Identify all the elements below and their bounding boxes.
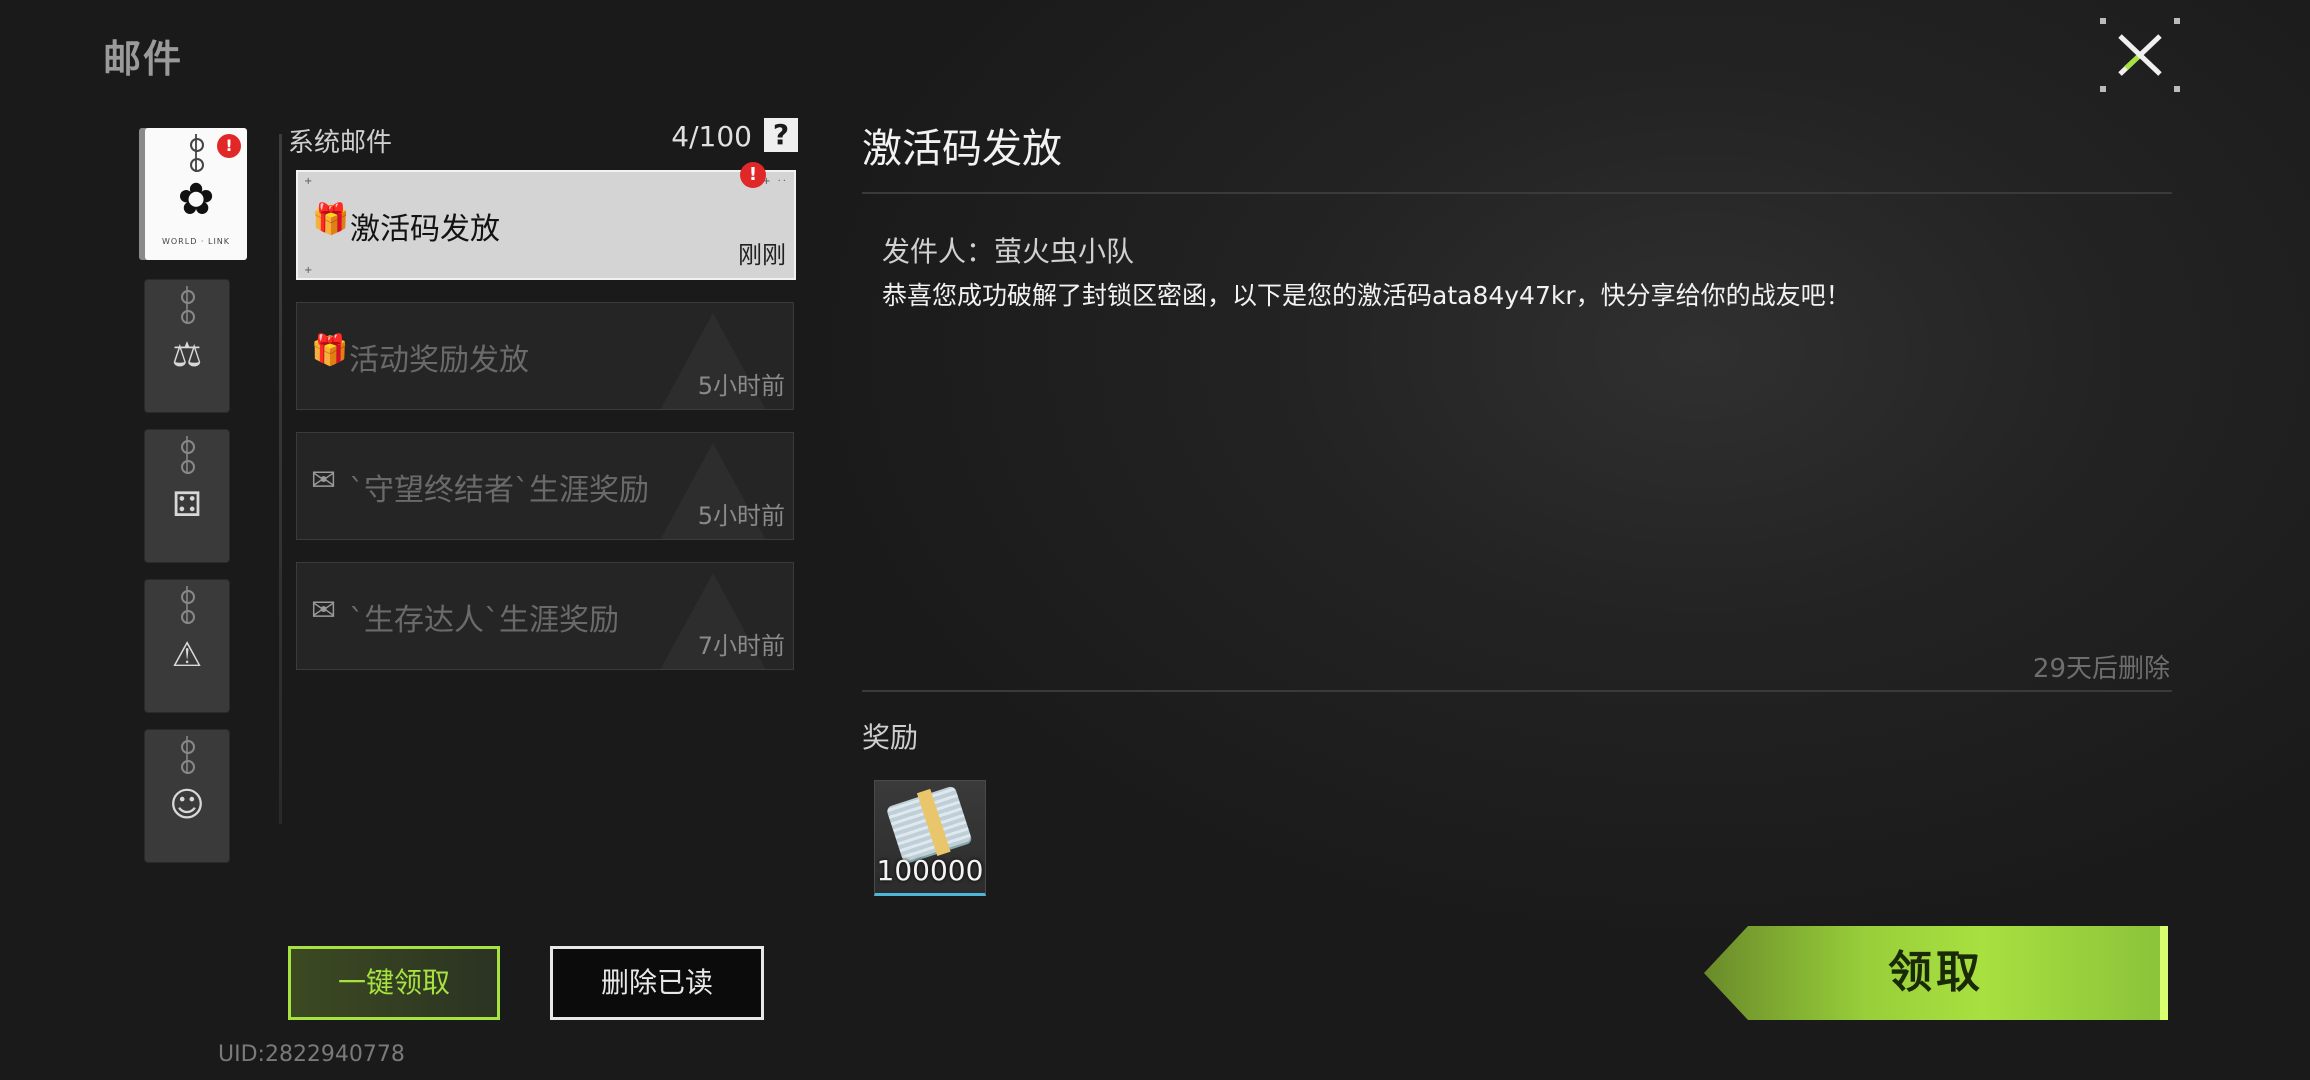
- flower-emblem-icon: ✿: [177, 174, 215, 225]
- cash-bundle-icon: [885, 785, 973, 863]
- mail-body: 恭喜您成功破解了封锁区密函，以下是您的激活码ata84y47kr，快分享给你的战…: [882, 281, 1851, 310]
- gift-icon: 🎁: [312, 202, 350, 237]
- mail-item[interactable]: + + + ·· + 🎁 激活码发放 刚刚: [296, 170, 796, 280]
- corner-mark: [2174, 18, 2180, 24]
- gavel-icon: ⚖: [171, 335, 203, 375]
- envelope-ring: [190, 138, 204, 152]
- mail-time: 5小时前: [697, 502, 785, 530]
- sender-row: 发件人：萤火虫小队: [882, 230, 1134, 270]
- warning-icon: ⚠: [171, 635, 203, 675]
- envelope-ring: [181, 590, 195, 604]
- reward-item[interactable]: 100000: [874, 780, 986, 896]
- divider: [862, 192, 2172, 194]
- envelope-ring: [190, 158, 204, 172]
- mail-time: 刚刚: [738, 241, 786, 269]
- sender-name: 萤火虫小队: [994, 235, 1135, 268]
- help-button[interactable]: ?: [764, 118, 798, 152]
- claim-button-label: 领取: [1888, 947, 1984, 998]
- gift-box-icon: 🎁: [311, 333, 349, 368]
- mail-subject: `生存达人`生涯奖励: [349, 603, 619, 638]
- close-button[interactable]: [2100, 18, 2180, 92]
- page-title: 邮件: [103, 37, 184, 81]
- avatar-face-icon: ☺: [169, 785, 205, 825]
- envelope-ring: [181, 610, 195, 624]
- mail-time: 5小时前: [697, 372, 785, 400]
- user-id: UID:2822940778: [218, 1042, 405, 1067]
- mail-item[interactable]: 🎁 活动奖励发放 5小时前: [296, 302, 794, 410]
- envelope-ring: [181, 760, 195, 774]
- envelope-ring: [181, 290, 195, 304]
- category-tab-warning[interactable]: ⚠: [145, 580, 229, 712]
- mail-item[interactable]: ✉ `生存达人`生涯奖励 7小时前: [296, 562, 794, 670]
- mail-subject: `守望终结者`生涯奖励: [349, 473, 649, 508]
- mail-count: 4/100: [671, 120, 752, 153]
- envelope-ring: [181, 460, 195, 474]
- claim-button[interactable]: 领取: [1704, 926, 2168, 1020]
- list-divider: [279, 134, 282, 824]
- mail-list-title: 系统邮件: [288, 128, 393, 158]
- cash-band: [916, 788, 951, 857]
- corner-mark: [2174, 86, 2180, 92]
- divider: [862, 690, 2172, 692]
- category-tab-system[interactable]: ✿ WORLD · LINK !: [145, 128, 247, 260]
- category-caption: WORLD · LINK: [161, 237, 231, 246]
- chat-dice-icon: ⚃: [172, 485, 202, 525]
- expire-notice: 29天后删除: [2032, 654, 2170, 684]
- corner-mark: [2100, 18, 2106, 24]
- delete-read-button[interactable]: 删除已读: [550, 946, 764, 1020]
- category-tab-social[interactable]: ⚃: [145, 430, 229, 562]
- alert-badge: !: [217, 134, 241, 158]
- claim-all-button[interactable]: 一键领取: [288, 946, 500, 1020]
- reward-quantity: 100000: [876, 854, 984, 887]
- category-tab-justice[interactable]: ⚖: [145, 280, 229, 412]
- envelope-icon: ✉: [311, 463, 337, 498]
- corner-dots: +: [304, 265, 315, 276]
- corner-dots: +: [304, 176, 315, 187]
- mail-subject: 活动奖励发放: [349, 343, 529, 378]
- envelope-ring: [181, 740, 195, 754]
- mail-subject: 激活码发放: [350, 212, 500, 247]
- category-tab-personal[interactable]: ☺: [145, 730, 229, 862]
- envelope-icon: ✉: [311, 593, 337, 628]
- close-icon: [2118, 34, 2162, 76]
- mail-list-header: 系统邮件 4/100 ?: [288, 118, 808, 158]
- mail-alert-badge: !: [740, 162, 766, 188]
- mail-item[interactable]: ✉ `守望终结者`生涯奖励 5小时前: [296, 432, 794, 540]
- mail-time: 7小时前: [697, 632, 785, 660]
- envelope-ring: [181, 440, 195, 454]
- sender-label: 发件人：: [882, 235, 995, 268]
- rewards-label: 奖励: [862, 721, 919, 754]
- corner-mark: [2100, 86, 2106, 92]
- mail-detail-title: 激活码发放: [862, 126, 1062, 172]
- envelope-ring: [181, 310, 195, 324]
